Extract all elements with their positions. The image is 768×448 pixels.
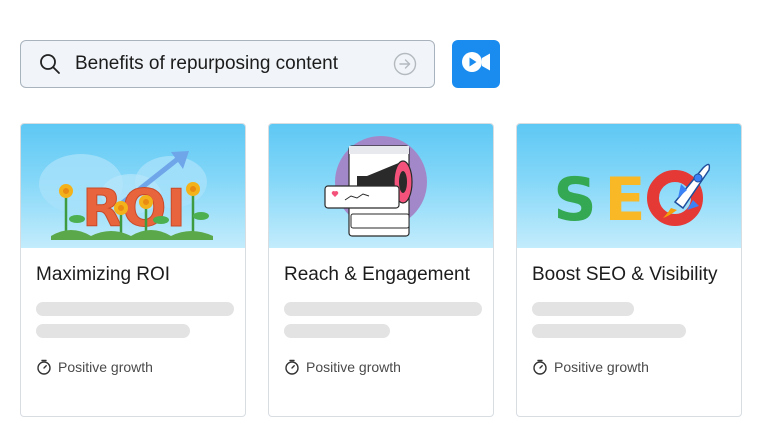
card-title: Boost SEO & Visibility — [532, 264, 718, 285]
seo-rocket-illustration: S E — [517, 124, 741, 248]
video-camera-icon — [460, 49, 492, 80]
skeleton-line — [36, 324, 190, 338]
roi-letters: ROI — [82, 179, 186, 239]
skeleton-line — [36, 302, 234, 316]
megaphone-illustration — [269, 124, 493, 248]
search-bar[interactable]: Benefits of repurposing content — [20, 40, 435, 88]
card-title: Reach & Engagement — [284, 264, 470, 285]
svg-text:E: E — [605, 165, 646, 235]
skeleton-line — [532, 324, 686, 338]
video-button[interactable] — [452, 40, 500, 88]
card-title: Maximizing ROI — [36, 264, 171, 285]
card-boost-seo[interactable]: S E Boost SEO & Visibility Positive grow… — [516, 123, 742, 417]
roi-illustration: ROI — [21, 124, 245, 248]
skeleton-line — [284, 302, 482, 316]
stopwatch-icon — [284, 359, 300, 375]
arrow-right-circle-icon[interactable] — [392, 51, 418, 77]
card-meta: Positive growth — [532, 359, 649, 375]
card-meta-label: Positive growth — [58, 359, 153, 375]
card-meta-label: Positive growth — [306, 359, 401, 375]
card-maximizing-roi[interactable]: ROI Maximizing ROI Positive growth — [20, 123, 246, 417]
search-icon — [37, 51, 63, 77]
skeleton-line — [532, 302, 634, 316]
stopwatch-icon — [36, 359, 52, 375]
search-input[interactable]: Benefits of repurposing content — [75, 53, 392, 75]
card-meta: Positive growth — [284, 359, 401, 375]
skeleton-line — [284, 324, 390, 338]
svg-text:S: S — [553, 165, 596, 235]
card-meta-label: Positive growth — [554, 359, 649, 375]
card-meta: Positive growth — [36, 359, 153, 375]
card-reach-engagement[interactable]: Reach & Engagement Positive growth — [268, 123, 494, 417]
stopwatch-icon — [532, 359, 548, 375]
